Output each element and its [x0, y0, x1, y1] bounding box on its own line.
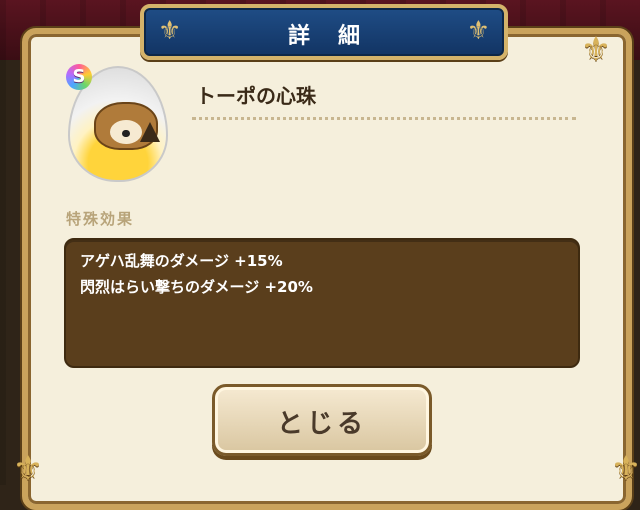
rarity-badge: S	[66, 64, 92, 90]
mole-icon	[94, 102, 160, 150]
page-title: 詳細	[287, 24, 388, 49]
effect-line: アゲハ乱舞のダメージ +15%	[80, 252, 283, 270]
divider	[192, 117, 576, 120]
fleur-de-lis-icon: ⚜	[610, 449, 640, 489]
item-icon: S	[62, 62, 174, 182]
fleur-de-lis-icon: ⚜	[12, 449, 44, 489]
item-name: トーポの心珠	[196, 84, 316, 108]
close-button-label: とじる	[276, 409, 367, 439]
effects-box: アゲハ乱舞のダメージ +15% 閃烈はらい撃ちのダメージ +20%	[64, 238, 580, 368]
mole-face	[110, 120, 142, 144]
special-effects-label: 特殊効果	[66, 210, 135, 228]
mole-crest	[140, 122, 160, 142]
mole-eye	[123, 130, 130, 137]
fleur-de-lis-icon: ⚜	[580, 30, 612, 70]
close-button[interactable]: とじる	[212, 384, 432, 456]
effect-line: 閃烈はらい撃ちのダメージ +20%	[80, 278, 313, 296]
title-plate: ⚜ 詳細 ⚜	[140, 4, 508, 60]
fleur-de-lis-icon: ⚜	[466, 16, 490, 46]
